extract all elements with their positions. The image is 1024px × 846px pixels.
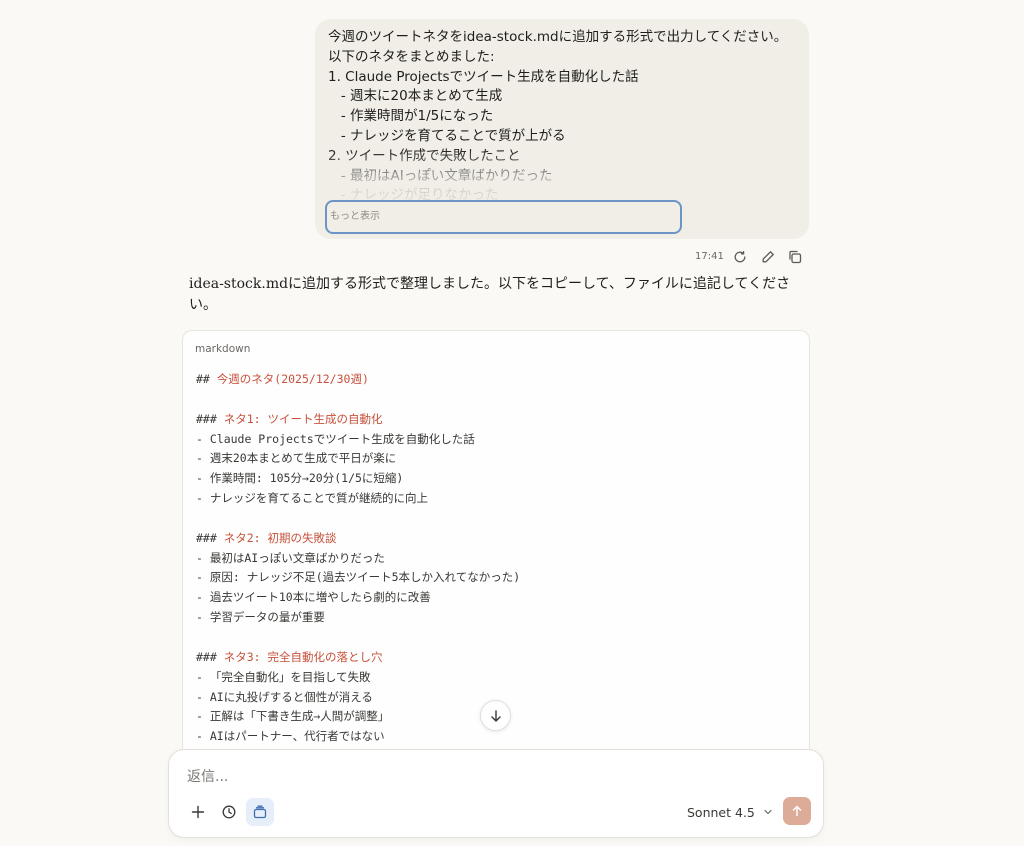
markdown-heading-text: 今週のネタ(2025/12/30週) [216,372,369,386]
code-line-text: - 学習データの量が重要 [196,610,325,625]
code-language-label: markdown [195,343,251,355]
code-line: - 週末20本まとめて生成で平日が楽に [196,449,520,469]
markdown-heading-marker: ### [196,649,224,664]
code-line-text: - AIに丸投げすると個性が消える [196,689,373,704]
history-button[interactable] [215,798,243,826]
project-button[interactable] [246,798,274,826]
composer: Sonnet 4.5 [168,749,824,838]
code-line-text: - 過去ツイート10本に増やしたら劇的に改善 [196,590,431,605]
edit-icon[interactable] [759,248,777,266]
project-stack-icon [253,805,267,819]
code-line: ### ネタ3: 完全自動化の落とし穴 [196,648,520,668]
code-line: - ナレッジを育てることで質が継続的に向上 [196,489,520,509]
code-line-text: - 作業時間: 105分→20分(1/5に短縮) [196,471,404,486]
code-line: - 原因: ナレッジ不足(過去ツイート5本しか入れてなかった) [196,568,520,588]
code-line: - AIに丸投げすると個性が消える [196,688,520,708]
show-more-button[interactable]: もっと表示 [325,200,682,234]
code-line: - 過去ツイート10本に増やしたら劇的に改善 [196,588,520,608]
code-line-text: - 週末20本まとめて生成で平日が楽に [196,451,397,466]
code-line-text: - 原因: ナレッジ不足(過去ツイート5本しか入れてなかった) [196,570,521,585]
markdown-heading-marker: ## [196,372,217,386]
assistant-intro-text: idea-stock.mdに追加する形式で整理しました。以下をコピーして、ファイ… [189,276,791,313]
clock-icon [222,805,236,819]
markdown-heading-text: ネタ3: 完全自動化の落とし穴 [223,649,383,664]
arrow-down-icon [490,709,501,722]
reply-input[interactable] [187,764,747,790]
markdown-heading-marker: ### [196,530,224,545]
user-message-bubble: 今週のツイートネタをidea-stock.mdに追加する形式で出力してください。… [315,19,809,239]
code-line: - 学習データの量が重要 [196,608,520,628]
code-block: markdown ## 今週のネタ(2025/12/30週) ### ネタ1: ツ… [182,330,810,810]
plus-icon [191,805,205,819]
code-line: - 作業時間: 105分→20分(1/5に短縮) [196,469,520,489]
code-line-text: - Claude Projectsでツイート生成を自動化した話 [196,431,475,446]
user-message-line: - 作業時間が1/5になった [328,108,494,125]
code-line-text: - 最初はAIっぽい文章ばかりだった [196,550,385,565]
model-label: Sonnet 4.5 [687,804,755,820]
user-message-line: 今週のツイートネタをidea-stock.mdに追加する形式で出力してください。 [328,29,788,45]
code-line: ### ネタ2: 初期の失敗談 [196,529,520,549]
code-content: ## 今週のネタ(2025/12/30週) ### ネタ1: ツイート生成の自動化… [196,370,520,747]
code-line-text: - ナレッジを育てることで質が継続的に向上 [196,491,428,506]
code-line-text: - 正解は「下書き生成→人間が調整」 [196,709,390,724]
markdown-heading-text: ネタ2: 初期の失敗談 [223,530,337,545]
user-message-line: - ナレッジを育てることで質が上がる [328,127,566,144]
arrow-up-icon [792,805,802,817]
code-line: - 正解は「下書き生成→人間が調整」 [196,707,520,727]
message-timestamp: 17:41 [695,251,724,262]
markdown-heading-marker: ### [196,411,224,426]
code-line: ## 今週のネタ(2025/12/30週) [196,370,520,390]
add-attachment-button[interactable] [184,798,212,826]
code-line: - 最初はAIっぽい文章ばかりだった [196,549,520,569]
markdown-heading-text: ネタ1: ツイート生成の自動化 [223,411,383,426]
code-line-text: - AIはパートナー、代行者ではない [196,729,385,744]
code-line: ### ネタ1: ツイート生成の自動化 [196,410,520,430]
chat-view: 今週のツイートネタをidea-stock.mdに追加する形式で出力してください。… [0,0,1024,846]
scroll-down-button[interactable] [480,700,511,731]
send-button[interactable] [783,797,811,825]
code-line: - AIはパートナー、代行者ではない [196,727,520,747]
retry-icon[interactable] [731,248,749,266]
code-line: - 「完全自動化」を目指して失敗 [196,668,520,688]
chevron-down-icon [764,809,772,815]
user-message-line: - 週末に20本まとめて生成 [328,88,503,105]
model-selector[interactable]: Sonnet 4.5 [687,801,773,823]
code-line: - Claude Projectsでツイート生成を自動化した話 [196,430,520,450]
code-line-text: - 「完全自動化」を目指して失敗 [196,669,371,684]
copy-icon[interactable] [786,248,804,266]
user-message-line: 以下のネタをまとめました: [328,48,495,65]
user-message-line: 1. Claude Projectsでツイート生成を自動化した話 [328,68,639,85]
